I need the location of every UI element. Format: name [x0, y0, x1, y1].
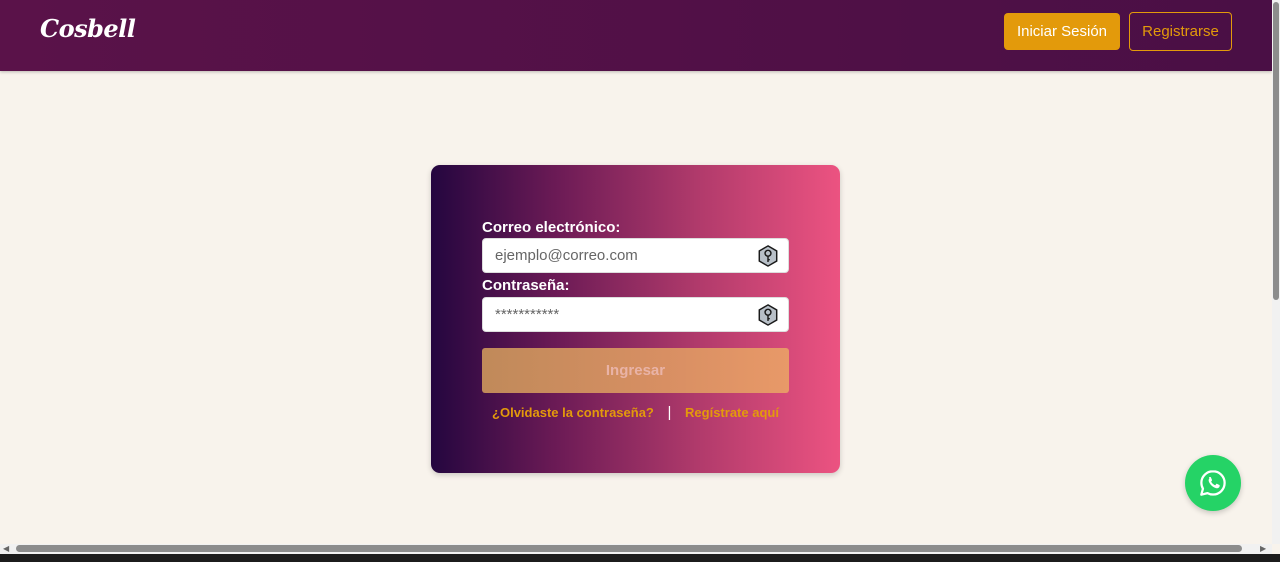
- password-field[interactable]: [483, 298, 760, 331]
- whatsapp-button[interactable]: [1185, 455, 1241, 511]
- vertical-scrollbar-thumb[interactable]: [1273, 2, 1279, 300]
- password-label: Contraseña:: [482, 277, 570, 294]
- link-separator: |: [667, 404, 672, 421]
- login-card: Correo electrónico: Contraseña: Ingresar…: [431, 165, 840, 473]
- key-icon[interactable]: [757, 245, 779, 267]
- login-button[interactable]: Iniciar Sesión: [1004, 13, 1120, 50]
- register-button[interactable]: Registrarse: [1129, 12, 1232, 51]
- taskbar-strip: [0, 554, 1280, 562]
- navbar: Cosbell Iniciar Sesión Registrarse: [0, 0, 1272, 71]
- whatsapp-icon: [1200, 470, 1226, 496]
- scroll-right-icon[interactable]: ▶: [1260, 544, 1266, 554]
- vertical-scrollbar[interactable]: [1272, 0, 1280, 544]
- horizontal-scrollbar-thumb[interactable]: [16, 545, 1242, 552]
- password-field-wrapper: [482, 297, 789, 332]
- key-icon[interactable]: [757, 304, 779, 326]
- brand-logo[interactable]: Cosbell: [40, 14, 136, 43]
- forgot-password-link[interactable]: ¿Olvidaste la contraseña?: [492, 405, 654, 420]
- email-field[interactable]: [483, 239, 760, 272]
- form-links: ¿Olvidaste la contraseña? | Regístrate a…: [431, 404, 840, 421]
- register-link[interactable]: Regístrate aquí: [685, 405, 779, 420]
- horizontal-scrollbar[interactable]: ◀ ▶: [0, 544, 1272, 554]
- email-label: Correo electrónico:: [482, 219, 621, 236]
- submit-button[interactable]: Ingresar: [482, 348, 789, 393]
- email-field-wrapper: [482, 238, 789, 273]
- scroll-left-icon[interactable]: ◀: [3, 544, 9, 554]
